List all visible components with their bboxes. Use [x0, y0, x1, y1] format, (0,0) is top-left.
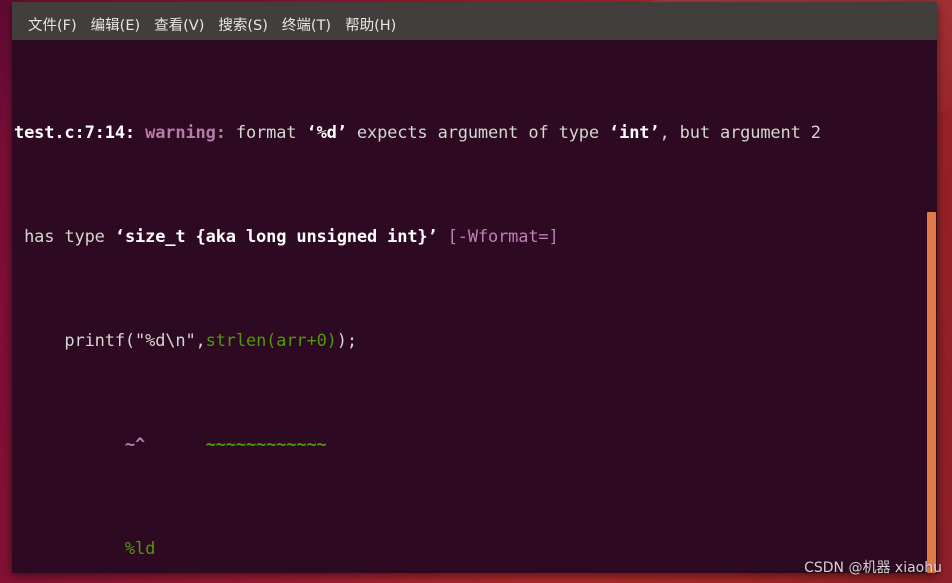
caret-marker: ~^ [14, 435, 146, 455]
terminal-window[interactable]: 文件(F) 编辑(E) 查看(V) 搜索(S) 终端(T) 帮助(H) test… [12, 2, 937, 573]
diag-quoted: ‘%d’ [306, 123, 347, 143]
terminal-line: printf("%d\n",strlen(arr+0)); [14, 328, 937, 354]
diag-quoted: ‘int’ [609, 123, 660, 143]
code-string: "%d\n" [135, 331, 196, 351]
menu-item-file[interactable]: 文件(F) [28, 12, 77, 40]
diag-severity: warning: [135, 123, 226, 143]
code-highlight: strlen(arr+0) [205, 331, 337, 351]
code-text: ); [336, 331, 357, 351]
fixit-hint: %ld [14, 539, 156, 559]
code-text: printf( [14, 331, 136, 351]
terminal-line: test.c:7:14: warning: format ‘%d’ expect… [14, 120, 937, 146]
menu-item-terminal[interactable]: 终端(T) [282, 12, 331, 40]
menu-item-view[interactable]: 查看(V) [154, 12, 204, 40]
desktop-background: 文件(F) 编辑(E) 查看(V) 搜索(S) 终端(T) 帮助(H) test… [0, 0, 952, 583]
terminal-text: test.c:7:14: warning: format ‘%d’ expect… [14, 42, 937, 573]
diag-text: , but argument 2 [659, 123, 821, 143]
menu-item-search[interactable]: 搜索(S) [218, 12, 268, 40]
menubar[interactable]: 文件(F) 编辑(E) 查看(V) 搜索(S) 终端(T) 帮助(H) [12, 12, 937, 40]
diag-location: test.c:7:14: [14, 123, 136, 143]
terminal-line: %ld [14, 536, 937, 562]
code-text: , [195, 331, 206, 351]
squiggle-marker: ~~~~~~~~~~~~ [145, 435, 327, 455]
window-titlebar[interactable] [12, 2, 937, 12]
diag-option: [-Wformat=] [447, 227, 559, 247]
terminal-line: ~^ ~~~~~~~~~~~~ [14, 432, 937, 458]
scrollbar-track[interactable] [926, 40, 937, 573]
terminal-line: has type ‘size_t {aka long unsigned int}… [14, 224, 937, 250]
diag-text: has type [14, 227, 115, 247]
diag-text: expects argument of type [346, 123, 610, 143]
diag-text [438, 227, 448, 247]
diag-text: format [225, 123, 307, 143]
menu-item-help[interactable]: 帮助(H) [345, 12, 396, 40]
diag-quoted: ‘size_t {aka long unsigned int}’ [114, 227, 438, 247]
menu-item-edit[interactable]: 编辑(E) [91, 12, 140, 40]
terminal-output-area[interactable]: test.c:7:14: warning: format ‘%d’ expect… [12, 40, 937, 573]
scrollbar-thumb[interactable] [927, 212, 936, 573]
